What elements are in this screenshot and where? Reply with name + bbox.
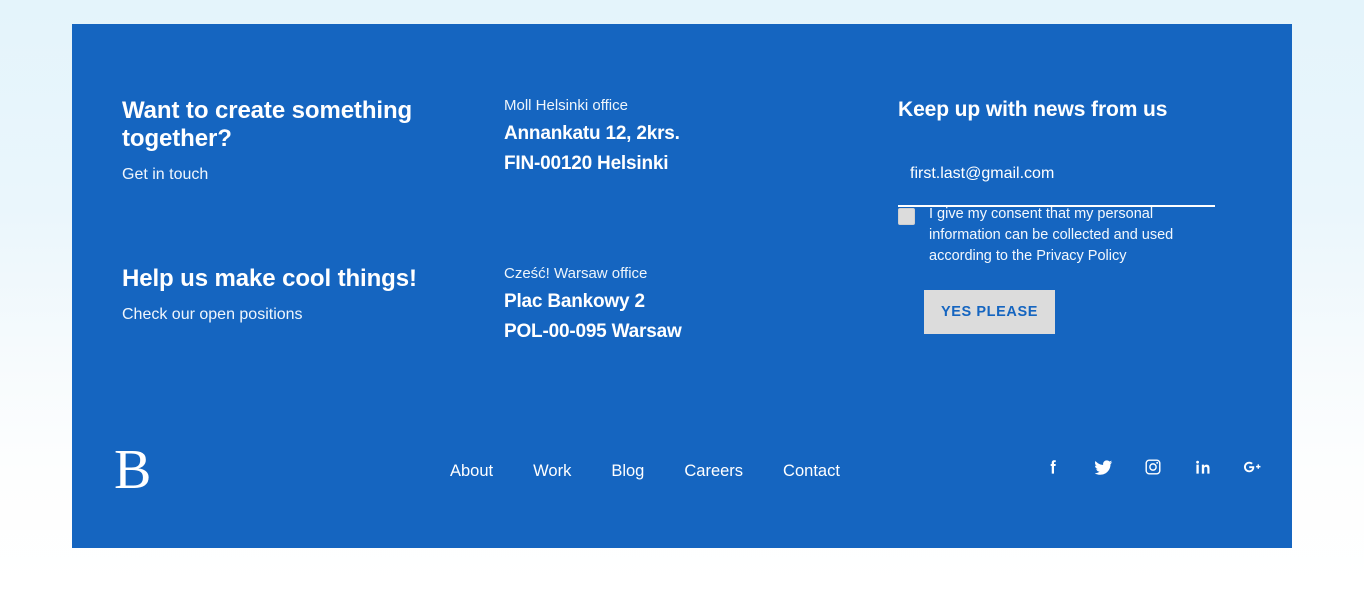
footer-bottom-bar: B About Work Blog Careers Contact (72, 424, 1292, 548)
brand-logo[interactable]: B (114, 442, 151, 498)
cta-title-careers: Help us make cool things! (122, 265, 417, 293)
privacy-policy-link[interactable]: Privacy Policy (1036, 248, 1126, 264)
nav-link-about[interactable]: About (450, 460, 493, 482)
twitter-icon[interactable] (1092, 456, 1114, 478)
linkedin-icon[interactable] (1192, 456, 1214, 478)
nav-link-work[interactable]: Work (533, 460, 571, 482)
consent-label: I give my consent that my personal infor… (929, 204, 1198, 267)
newsletter-email-input[interactable] (898, 151, 1215, 207)
nav-link-careers[interactable]: Careers (684, 460, 743, 482)
social-links (1042, 456, 1264, 478)
footer-top-section: Want to create something together? Get i… (72, 24, 1292, 424)
nav-link-contact[interactable]: Contact (783, 460, 840, 482)
consent-row: I give my consent that my personal infor… (898, 204, 1198, 267)
office-warsaw-label: Cześć! Warsaw office (504, 264, 682, 284)
office-warsaw-street: Plac Bankowy 2 (504, 290, 682, 314)
cta-block-careers: Help us make cool things! Check our open… (122, 265, 417, 325)
page: Want to create something together? Get i… (0, 0, 1364, 591)
facebook-icon[interactable] (1042, 456, 1064, 478)
office-warsaw-city: POL-00-095 Warsaw (504, 320, 682, 344)
office-warsaw: Cześć! Warsaw office Plac Bankowy 2 POL-… (504, 264, 682, 344)
office-helsinki-label: Moll Helsinki office (504, 96, 680, 116)
office-helsinki: Moll Helsinki office Annankatu 12, 2krs.… (504, 96, 680, 176)
newsletter-heading: Keep up with news from us (898, 97, 1167, 123)
googleplus-icon[interactable] (1242, 456, 1264, 478)
newsletter-submit-button[interactable]: YES PLEASE (924, 290, 1055, 334)
cta-block-collaborate: Want to create something together? Get i… (122, 97, 482, 185)
footer-nav: About Work Blog Careers Contact (450, 460, 840, 482)
instagram-icon[interactable] (1142, 456, 1164, 478)
office-helsinki-street: Annankatu 12, 2krs. (504, 122, 680, 146)
get-in-touch-link[interactable]: Get in touch (122, 165, 208, 185)
cta-title-collaborate: Want to create something together? (122, 97, 482, 153)
site-footer-panel: Want to create something together? Get i… (72, 24, 1292, 548)
nav-link-blog[interactable]: Blog (611, 460, 644, 482)
open-positions-link[interactable]: Check our open positions (122, 305, 303, 325)
office-helsinki-city: FIN-00120 Helsinki (504, 152, 680, 176)
consent-checkbox[interactable] (898, 208, 915, 225)
